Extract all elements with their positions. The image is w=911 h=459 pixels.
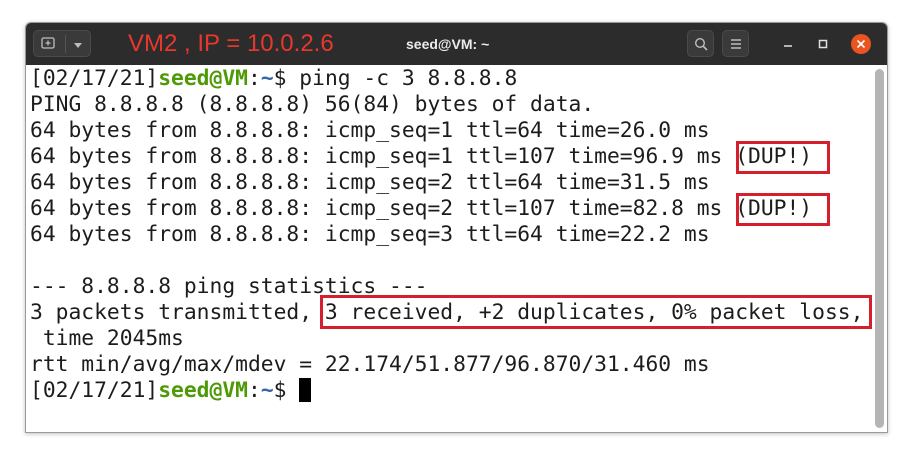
- close-icon: [851, 34, 871, 54]
- prompt-date: [02/17/21]: [30, 378, 159, 403]
- command-text: ping -c 3 8.8.8.8: [299, 66, 518, 91]
- prompt-user: seed@VM: [158, 66, 248, 91]
- prompt-symbol: $: [273, 378, 300, 403]
- terminal-line: PING 8.8.8.8 (8.8.8.8) 56(84) bytes of d…: [30, 92, 595, 117]
- terminal-line: 64 bytes from 8.8.8.8: icmp_seq=1 ttl=10…: [30, 144, 813, 169]
- prompt-separator: :: [247, 66, 261, 91]
- terminal-line: 64 bytes from 8.8.8.8: icmp_seq=2 ttl=64…: [30, 170, 710, 195]
- terminal-line: 64 bytes from 8.8.8.8: icmp_seq=2 ttl=10…: [30, 196, 813, 221]
- terminal-line: 64 bytes from 8.8.8.8: icmp_seq=1 ttl=64…: [30, 118, 710, 143]
- dup-highlight-box: [736, 193, 830, 226]
- terminal-output[interactable]: [02/17/21]seed@VM:~$ ping -c 3 8.8.8.8 P…: [26, 65, 887, 432]
- text-cursor: [299, 378, 312, 402]
- menu-button[interactable]: [722, 30, 749, 57]
- new-tab-button[interactable]: [33, 30, 91, 57]
- button-separator: [65, 35, 66, 53]
- maximize-icon: [818, 39, 828, 49]
- minimize-icon: [784, 45, 792, 47]
- title-bar: VM2 , IP = 10.0.2.6 seed@VM: ~: [26, 23, 887, 65]
- prompt-path: ~: [260, 378, 274, 403]
- search-icon: [694, 37, 708, 51]
- menu-arrow-icon[interactable]: [72, 39, 84, 51]
- terminal-window: VM2 , IP = 10.0.2.6 seed@VM: ~ [02/17/21…: [25, 22, 888, 433]
- search-button[interactable]: [687, 30, 714, 57]
- annotation-label: VM2 , IP = 10.0.2.6: [128, 30, 334, 57]
- new-tab-icon: [41, 37, 55, 49]
- terminal-line: time 2045ms: [30, 326, 184, 351]
- terminal-line-command: [02/17/21]seed@VM:~$ ping -c 3 8.8.8.8: [30, 66, 517, 92]
- prompt-user: seed@VM: [158, 378, 248, 403]
- dup-highlight-box: [736, 141, 830, 174]
- maximize-button[interactable]: [812, 33, 834, 55]
- prompt-symbol: $: [273, 66, 300, 91]
- scrollbar[interactable]: [875, 69, 884, 428]
- terminal-line: rtt min/avg/max/mdev = 22.174/51.877/96.…: [30, 352, 710, 377]
- prompt-date: [02/17/21]: [30, 66, 159, 91]
- close-button[interactable]: [850, 33, 872, 55]
- terminal-line-prompt: [02/17/21]seed@VM:~$: [30, 378, 312, 404]
- hamburger-menu-icon: [731, 39, 741, 49]
- minimize-button[interactable]: [777, 33, 799, 55]
- prompt-path: ~: [260, 66, 274, 91]
- prompt-separator: :: [247, 378, 261, 403]
- terminal-line: 64 bytes from 8.8.8.8: icmp_seq=3 ttl=64…: [30, 222, 710, 247]
- window-title: seed@VM: ~: [406, 36, 490, 52]
- stats-highlight-box: [320, 295, 872, 329]
